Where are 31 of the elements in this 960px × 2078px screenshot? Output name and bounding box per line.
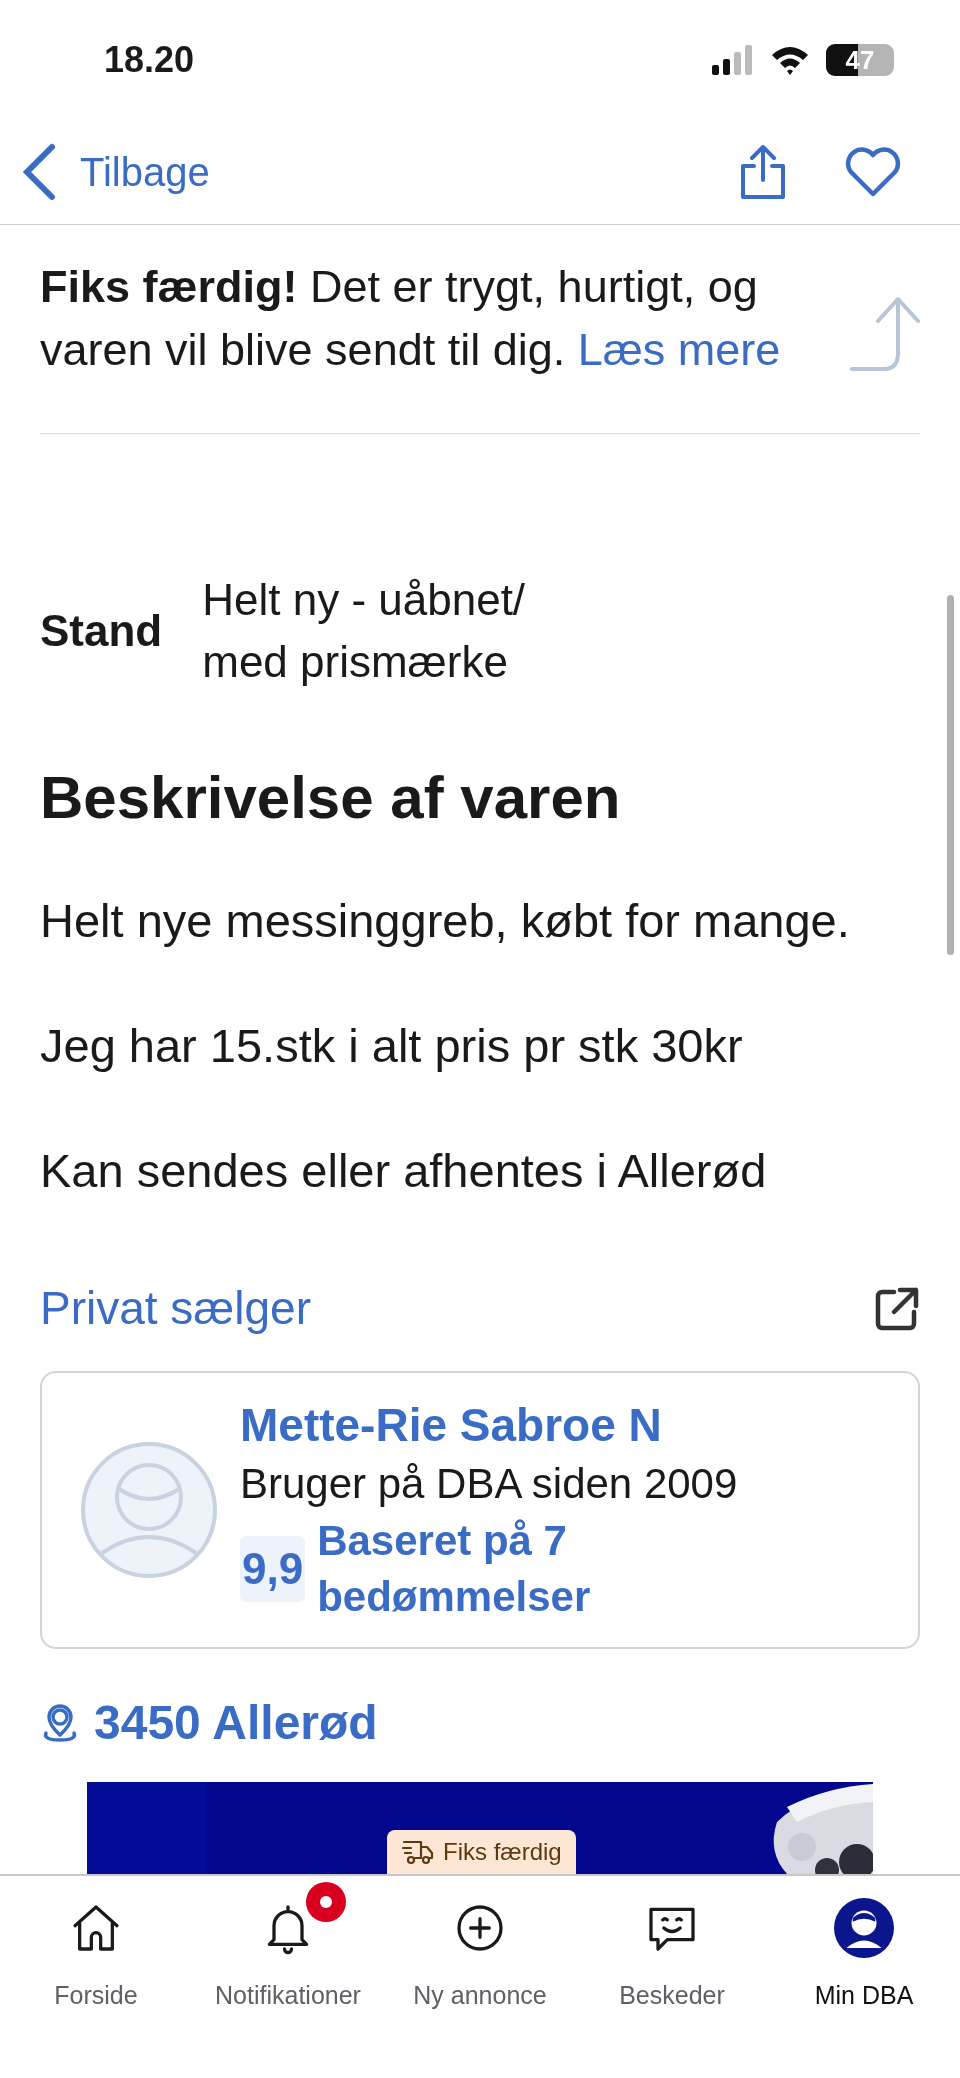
condition-value: Helt ny - uåbnet/ med prismærke xyxy=(202,574,526,688)
user-avatar-icon xyxy=(834,1898,894,1958)
external-link-icon xyxy=(874,1285,920,1332)
wifi-icon xyxy=(770,45,810,75)
seller-name: Mette-Rie Sabroe N xyxy=(240,1398,663,1453)
nav-tab[interactable]: Ny annonce xyxy=(384,1876,576,2014)
scroll-to-top-icon xyxy=(848,295,920,373)
read-more-link[interactable]: Læs mere xyxy=(577,324,781,375)
shipping-info-text: Fiks færdig! Det er trygt, hurtigt, og varen vil blive sendt til dig. Læs mere xyxy=(40,260,782,377)
rating-count-text: Baseret på 7 bedømmelser xyxy=(317,1516,592,1622)
description-heading: Beskrivelse af varen xyxy=(40,763,622,833)
description-text: Jeg har 15.stk i alt pris pr stk 30kr xyxy=(40,1018,744,1074)
back-chevron-icon xyxy=(22,143,56,201)
shipping-badge-text: Fiks færdig xyxy=(443,1837,562,1867)
nav-tab[interactable]: Beskeder xyxy=(576,1876,768,2014)
truck-icon xyxy=(401,1838,435,1866)
nav-tab[interactable]: Forside xyxy=(0,1876,192,2014)
signal-icon xyxy=(712,45,754,75)
nav-tab[interactable]: Notifikationer xyxy=(192,1876,384,2014)
description-text: Kan sendes eller afhentes i Allerød xyxy=(40,1143,768,1199)
ad-banner[interactable]: Fiks færdig xyxy=(87,1782,873,1874)
status-time: 18.20 xyxy=(104,38,195,82)
description-text: Helt nye messinggreb, købt for mange. xyxy=(40,893,851,949)
avatar-placeholder-icon xyxy=(80,1441,218,1579)
back-button[interactable]: Tilbage xyxy=(22,142,210,202)
rating-score: 9,9 xyxy=(240,1536,306,1602)
condition-label: Stand xyxy=(40,605,163,657)
member-since-text: Bruger på DBA siden 2009 xyxy=(240,1459,738,1509)
seller-type-link[interactable]: Privat sælger xyxy=(40,1274,311,1343)
location-text: 3450 Allerød xyxy=(94,1695,378,1751)
nav-tab[interactable]: Min DBA xyxy=(768,1876,960,2014)
